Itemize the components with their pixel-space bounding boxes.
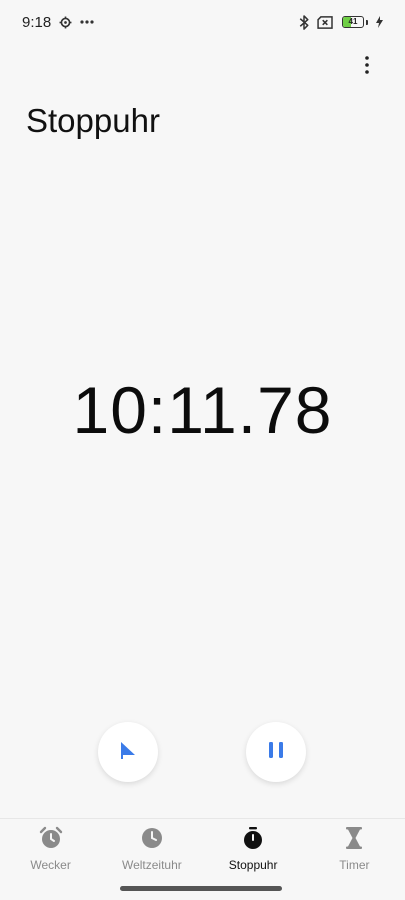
- bluetooth-icon: [299, 14, 309, 30]
- battery-body: 41: [342, 16, 364, 28]
- battery-level: 41: [348, 17, 358, 26]
- status-time: 9:18: [22, 13, 52, 31]
- nav-item-wecker[interactable]: Wecker: [0, 819, 101, 879]
- pause-icon: [267, 740, 285, 765]
- clock-icon: [140, 826, 164, 855]
- stopwatch-time: 10:11.78: [72, 373, 333, 447]
- bottom-navigation: Wecker Weltzeituhr Stoppuhr Timer: [0, 818, 405, 879]
- lap-button[interactable]: [98, 722, 158, 782]
- nav-label-timer: Timer: [339, 858, 370, 872]
- no-sim-icon: [317, 15, 334, 29]
- battery-cap: [366, 19, 368, 25]
- home-indicator[interactable]: [120, 886, 282, 891]
- flag-icon: [118, 740, 138, 765]
- stopwatch-icon: [241, 826, 265, 855]
- hourglass-icon: [342, 826, 366, 855]
- settings-icon: [59, 16, 72, 29]
- alarm-clock-icon: [39, 826, 63, 855]
- more-options-button[interactable]: [355, 52, 379, 82]
- status-bar: 9:18 41: [0, 0, 405, 44]
- more-notifications-icon: [80, 20, 94, 24]
- pause-button[interactable]: [246, 722, 306, 782]
- more-vert-icon: [365, 55, 369, 79]
- nav-item-timer[interactable]: Timer: [304, 819, 405, 879]
- nav-label-stoppuhr: Stoppuhr: [228, 858, 278, 872]
- battery-icon: 41: [342, 16, 368, 28]
- page-title: Stoppuhr: [26, 102, 160, 139]
- nav-item-stoppuhr[interactable]: Stoppuhr: [203, 819, 304, 879]
- status-right: 41: [299, 14, 383, 30]
- status-left: 9:18: [22, 14, 94, 31]
- nav-label-wecker: Wecker: [30, 858, 71, 872]
- nav-label-weltzeituhr: Weltzeituhr: [121, 858, 182, 872]
- nav-item-weltzeituhr[interactable]: Weltzeituhr: [101, 819, 202, 879]
- charging-icon: [376, 16, 383, 28]
